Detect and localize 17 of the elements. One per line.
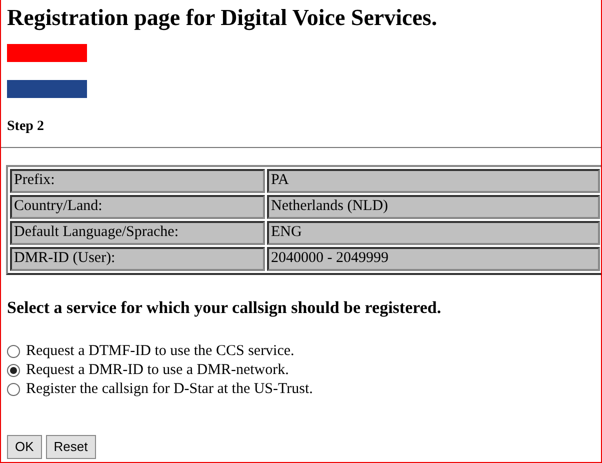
reset-button[interactable]: Reset xyxy=(46,435,96,459)
radio-button[interactable] xyxy=(7,364,20,378)
table-cell: ENG xyxy=(267,220,600,245)
table-cell: Country/Land: xyxy=(10,194,265,219)
radio-button[interactable] xyxy=(7,345,20,358)
table-cell: PA xyxy=(267,168,600,193)
section-heading: Select a service for which your callsign should be registered. xyxy=(7,296,442,319)
page-title: Registration page for Digital Voice Services. xyxy=(7,4,438,32)
flag-icon xyxy=(7,44,87,98)
table-cell: Default Language/Sprache: xyxy=(10,220,265,245)
ok-button[interactable]: OK xyxy=(7,435,42,459)
table-cell: DMR-ID (User): xyxy=(10,246,265,271)
radio-button[interactable] xyxy=(7,383,20,396)
table-cell: Netherlands (NLD) xyxy=(267,194,600,219)
step-label: Step 2 xyxy=(7,118,45,136)
table-cell: Prefix: xyxy=(10,168,265,193)
table-cell: 2040000 - 2049999 xyxy=(267,246,600,271)
